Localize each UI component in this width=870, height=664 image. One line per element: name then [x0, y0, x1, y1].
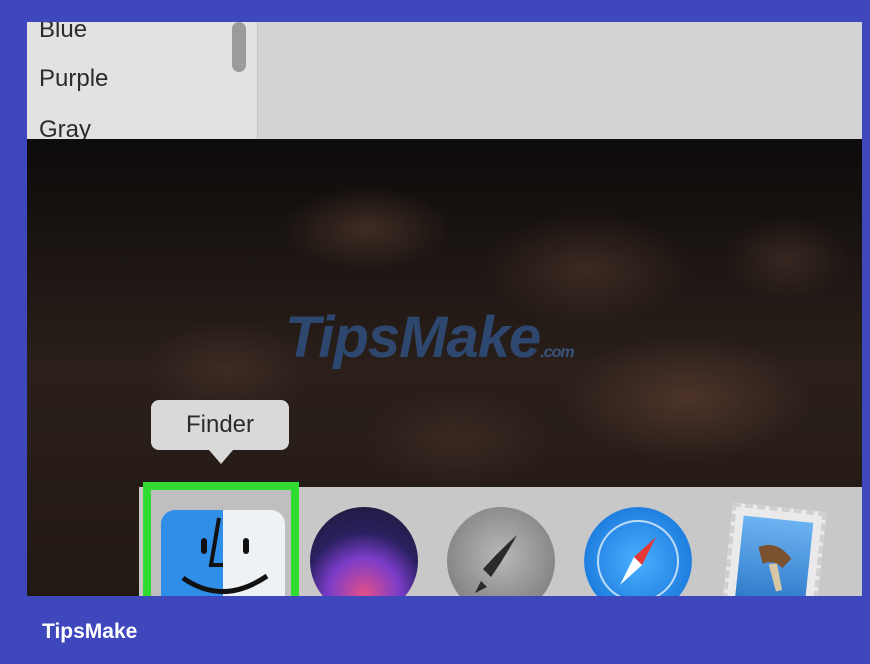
mac-screen: Blue Purple Gray TipsMake.com Finder [27, 22, 862, 596]
mail-icon[interactable] [721, 502, 827, 596]
tipsmake-watermark: TipsMake.com [285, 305, 575, 370]
finder-tooltip: Finder [151, 400, 289, 450]
menu-item-blue[interactable]: Blue [39, 22, 87, 44]
finder-dock-item-highlight[interactable] [143, 482, 299, 596]
color-menu-panel: Blue Purple Gray [27, 22, 862, 143]
menu-item-purple[interactable]: Purple [39, 65, 108, 93]
watermark-suffix: .com [540, 344, 574, 361]
menu-scrollbar[interactable] [232, 22, 246, 72]
finder-icon[interactable] [161, 510, 285, 596]
tipsmake-brand: TipsMake [42, 620, 138, 643]
launchpad-icon[interactable] [447, 507, 555, 596]
safari-icon[interactable] [584, 507, 692, 596]
tooltip-arrow [209, 450, 233, 464]
color-list: Blue Purple Gray [27, 22, 258, 143]
tipsmake-frame: Blue Purple Gray TipsMake.com Finder Tip… [0, 0, 870, 664]
